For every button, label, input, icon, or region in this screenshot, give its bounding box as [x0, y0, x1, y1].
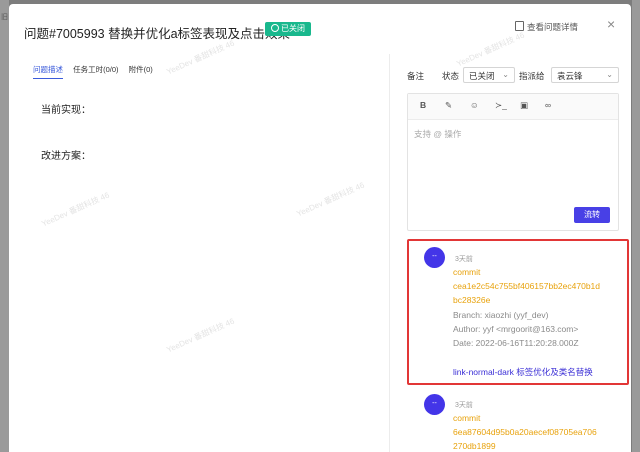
assignee-label: 指派给: [519, 71, 545, 81]
commit-hash-cont[interactable]: 270db1899: [453, 441, 496, 451]
transition-button[interactable]: 流转: [574, 207, 610, 223]
link-icon[interactable]: ∞: [545, 100, 551, 110]
status-select[interactable]: 已关闭 ⌄: [463, 67, 515, 83]
status-label: 状态: [442, 71, 460, 81]
emoji-icon[interactable]: ☺: [470, 100, 479, 110]
commit-hash-cont[interactable]: bc28326e: [453, 295, 490, 305]
commit-label[interactable]: commit: [453, 413, 480, 423]
tab-description[interactable]: 问题描述: [33, 64, 63, 79]
modal-header: 问题#7005993 替换并优化a标签表现及点击效果 已关闭 查看问题详情 ×: [9, 4, 631, 54]
tab-work-hours[interactable]: 任务工时(0/0): [73, 64, 118, 78]
activity-time: 3天前: [455, 256, 473, 263]
remark-label: 备注: [407, 71, 425, 81]
issue-title: 问题#7005993 替换并优化a标签表现及点击效果: [24, 27, 291, 41]
current-implementation-heading: 当前实现：: [41, 105, 91, 116]
close-icon[interactable]: ×: [607, 16, 615, 32]
improvement-plan-heading: 改进方案：: [41, 151, 91, 162]
chevron-down-icon: ⌄: [606, 70, 613, 79]
description-tabs: 问题描述 任务工时(0/0) 附件(0): [33, 64, 161, 79]
watermark: YeeDev 番甜科技 46: [295, 180, 366, 219]
assignee-select-value: 袁云锋: [557, 71, 583, 81]
chevron-down-icon: ⌄: [502, 70, 509, 79]
background-text: 旧: [1, 14, 8, 21]
tab-attachments[interactable]: 附件(0): [129, 64, 153, 78]
commit-hash[interactable]: cea1e2c54c755bf406157bb2ec470b1d: [453, 281, 600, 291]
bold-icon[interactable]: B: [420, 100, 426, 110]
activity-time: 3天前: [455, 402, 473, 409]
status-badge-label: 已关闭: [281, 24, 305, 33]
status-badge: 已关闭: [265, 22, 311, 36]
commit-label[interactable]: commit: [453, 267, 480, 277]
clock-icon: [271, 24, 279, 32]
commit-branch: Branch: xiaozhi (yyf_dev): [453, 310, 549, 320]
issue-detail-modal: 问题#7005993 替换并优化a标签表现及点击效果 已关闭 查看问题详情 × …: [9, 4, 631, 452]
image-icon[interactable]: ▣: [520, 100, 528, 111]
pen-icon[interactable]: ✎: [445, 100, 452, 111]
watermark: YeeDev 番甜科技 46: [165, 316, 236, 355]
editor-placeholder: 支持 @ 操作: [414, 129, 462, 139]
background-page-left: 旧: [0, 0, 9, 452]
avatar: --: [424, 247, 445, 268]
view-issue-details-label: 查看问题详情: [527, 22, 579, 32]
commit-author: Author: yyf <mrgoorit@163.com>: [453, 324, 579, 334]
avatar: --: [424, 394, 445, 415]
watermark: YeeDev 番甜科技 46: [40, 190, 111, 229]
commit-hash[interactable]: 6ea87604d95b0a20aecef08705ea706: [453, 427, 597, 437]
code-icon[interactable]: ≻_: [495, 100, 507, 111]
assignee-select[interactable]: 袁云锋 ⌄: [551, 67, 619, 83]
commit-date: Date: 2022-06-16T11:20:28.000Z: [453, 338, 579, 348]
remark-editor[interactable]: B ✎ ☺ ≻_ ▣ ∞ 支持 @ 操作 流转: [407, 93, 619, 231]
background-page-right: [632, 0, 640, 452]
activity-panel: 备注 状态 已关闭 ⌄ 指派给 袁云锋 ⌄ B ✎ ☺ ≻_ ▣ ∞ 支持 @ …: [389, 54, 631, 452]
editor-toolbar: B ✎ ☺ ≻_ ▣ ∞: [408, 94, 618, 120]
view-issue-details-link[interactable]: 查看问题详情: [515, 21, 578, 33]
status-select-value: 已关闭: [469, 71, 495, 81]
commit-message: link-normal-dark 标签优化及类名替换: [453, 367, 593, 377]
